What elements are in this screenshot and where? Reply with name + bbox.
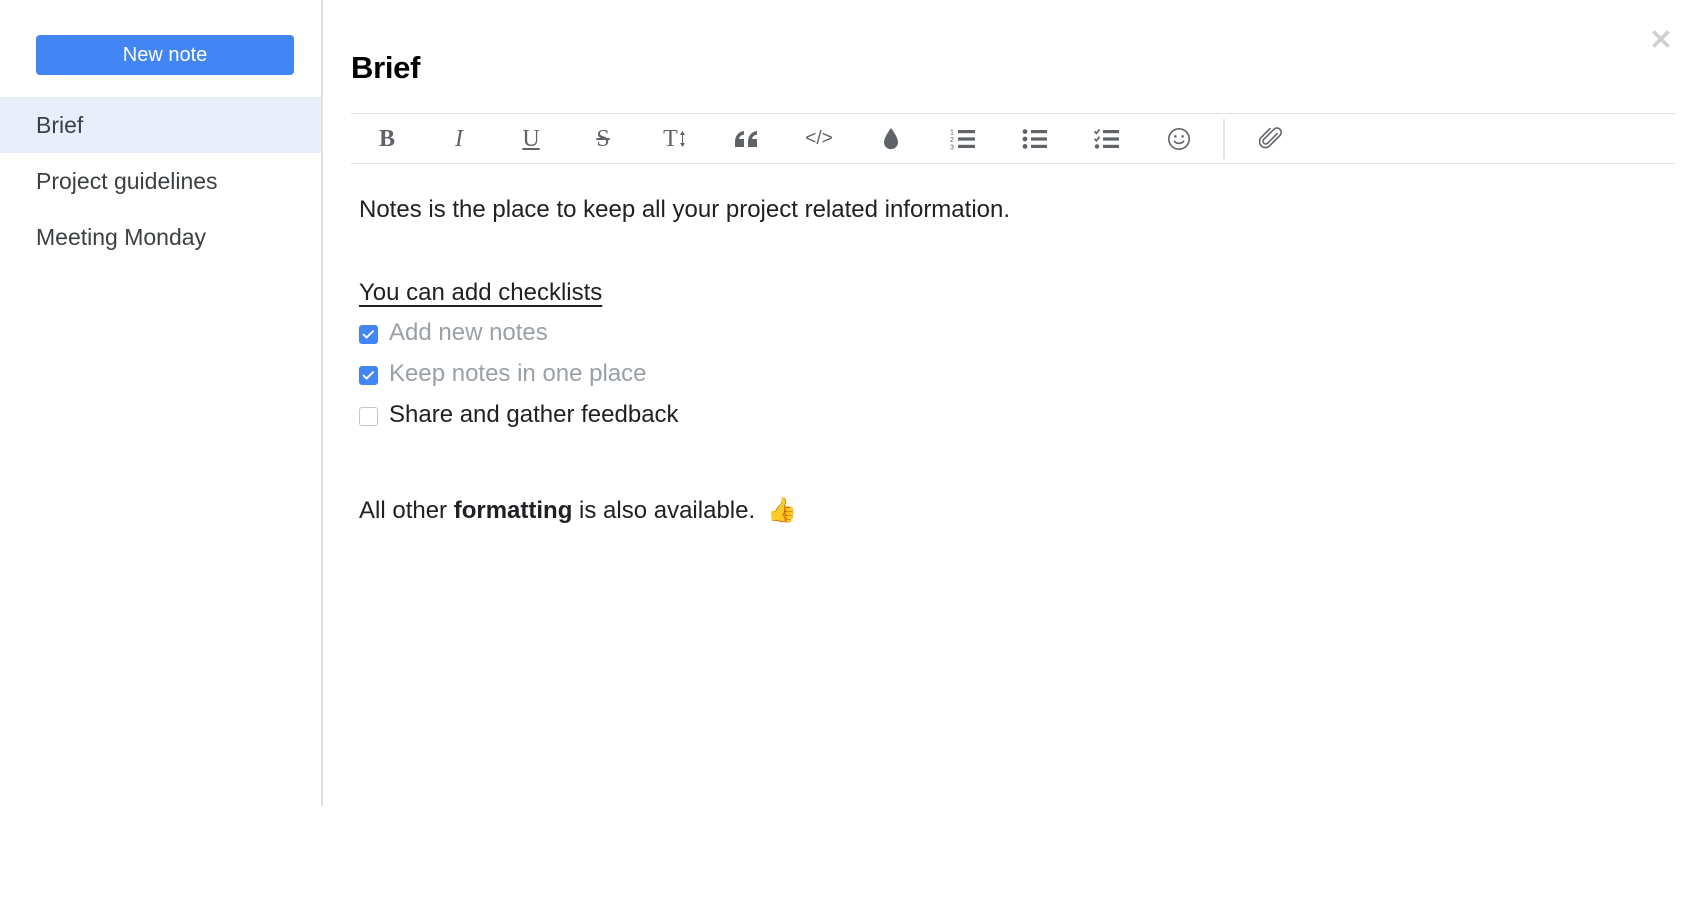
closing-bold-word: formatting [453,496,573,524]
note-item-label: Project guidelines [36,167,218,194]
note-list: Brief Project guidelines Meeting Monday [0,97,322,265]
underline-glyph: U [522,125,540,152]
checklist-item[interactable]: Share and gather feedback [359,395,1698,436]
checkbox-checked[interactable] [359,324,378,344]
close-icon[interactable] [1642,20,1680,58]
new-note-container: New note [0,0,322,97]
svg-text:2: 2 [950,137,954,144]
closing-suffix: is also available. [572,496,756,524]
checkbox-unchecked[interactable] [359,406,378,426]
blockquote-glyph [735,130,757,147]
numbered-list-icon[interactable]: 1 2 3 [927,114,999,164]
svg-text:1: 1 [950,129,954,136]
checklist-item[interactable]: Add new notes [359,313,1698,354]
strikethrough-icon[interactable]: S [567,114,639,164]
emoji-icon[interactable] [1143,114,1215,164]
checklist: Add new notes Keep notes in one place Sh… [359,313,1698,436]
checklist-item[interactable]: Keep notes in one place [359,354,1698,395]
intro-paragraph: Notes is the place to keep all your proj… [359,196,1011,223]
underline-icon[interactable]: U [495,114,567,164]
blockquote-icon[interactable] [711,114,783,164]
strikethrough-glyph: S [596,125,610,152]
sidebar-item-brief[interactable]: Brief [0,97,322,153]
code-icon[interactable]: </> [783,114,855,164]
note-content[interactable]: Notes is the place to keep all your proj… [322,164,1698,524]
formatting-toolbar: B I U S T </> 1 2 3 [351,113,1676,164]
sidebar-item-meeting-monday[interactable]: Meeting Monday [0,209,322,265]
new-note-button[interactable]: New note [36,35,294,75]
checklist-heading-row: You can add checklists [359,279,1698,312]
bulleted-list-glyph [1022,128,1047,149]
checklist-heading: You can add checklists [359,279,603,307]
smiley-glyph [1168,127,1190,150]
closing-prefix: All other [359,496,454,524]
italic-icon[interactable]: I [423,114,495,164]
checkbox-checked[interactable] [359,365,378,385]
sidebar: New note Brief Project guidelines Meetin… [0,0,323,916]
checklist-glyph [1094,128,1119,149]
italic-glyph: I [455,125,463,152]
page-title: Brief [351,50,421,85]
paperclip-glyph [1258,126,1282,148]
updown-arrow-icon [679,130,685,147]
bold-icon[interactable]: B [351,114,423,164]
note-item-label: Meeting Monday [36,223,207,250]
thumbs-up-icon: 👍 [767,496,798,524]
text-size-glyph: T [663,125,678,152]
bulleted-list-icon[interactable] [999,114,1071,164]
text-size-icon[interactable]: T [639,114,711,164]
checklist-item-label: Keep notes in one place [389,360,647,388]
note-item-label: Brief [36,111,84,138]
bold-glyph: B [378,125,395,152]
note-editor: Brief B I U S T </> 1 2 3 Notes is the p… [322,0,1698,916]
code-glyph: </> [805,127,833,149]
numbered-list-glyph: 1 2 3 [950,129,975,150]
svg-text:3: 3 [950,144,954,150]
checklist-item-label: Share and gather feedback [389,401,679,429]
notes-app: New note Brief Project guidelines Meetin… [0,0,1698,916]
checklist-item-label: Add new notes [389,319,548,347]
toolbar-separator [1223,118,1225,159]
attachment-icon[interactable] [1235,114,1307,164]
checklist-icon[interactable] [1071,114,1143,164]
droplet-glyph [884,127,898,149]
check-icon [362,370,375,380]
check-icon [362,329,375,339]
sidebar-item-project-guidelines[interactable]: Project guidelines [0,153,322,209]
close-glyph [1652,30,1670,48]
highlight-color-icon[interactable] [855,114,927,164]
closing-paragraph: All other formatting is also available. 👍 [359,496,1698,524]
